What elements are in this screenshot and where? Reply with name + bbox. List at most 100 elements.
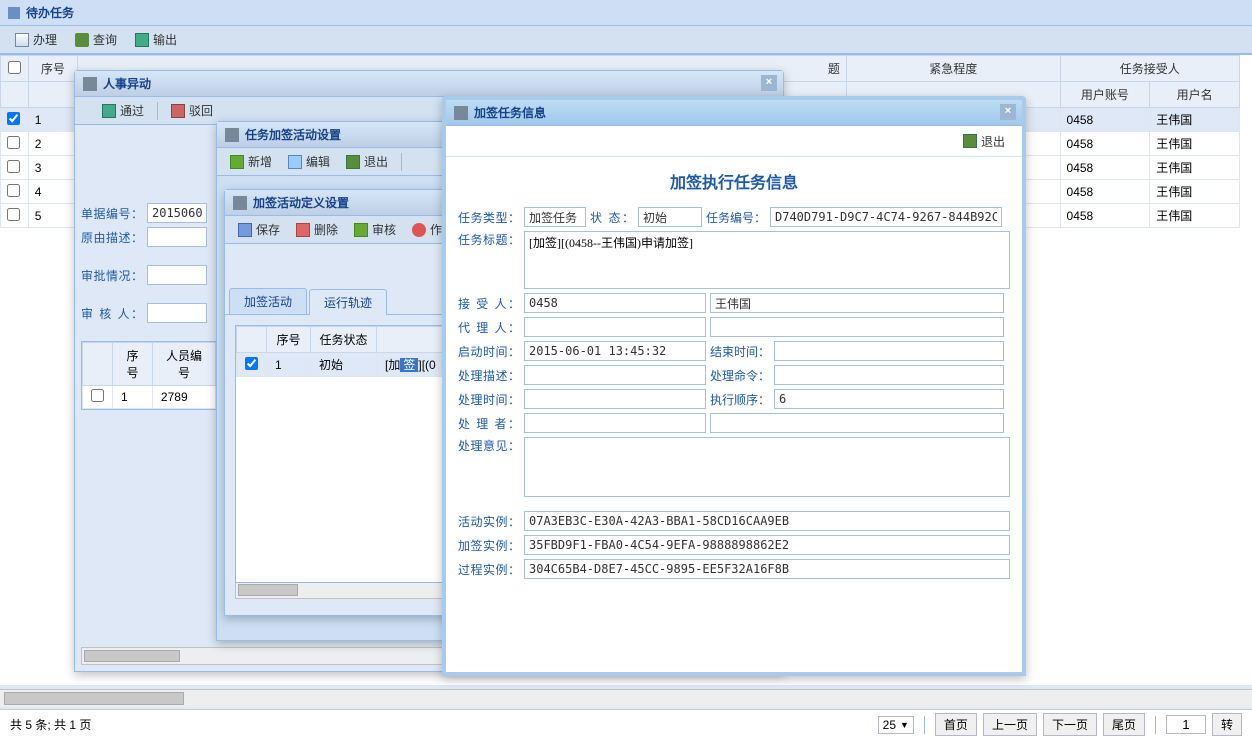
dlg1-titlebar[interactable]: 人事异动 × [75, 71, 783, 97]
proccmd-input[interactable] [774, 365, 1004, 385]
status-label: 状 态： [590, 209, 634, 226]
tasktitle-label: 任务标题： [458, 231, 520, 248]
agent-no-input[interactable] [524, 317, 706, 337]
select-all-checkbox[interactable] [8, 61, 21, 74]
dlg4-titlebar[interactable]: 加签任务信息 × [446, 100, 1022, 126]
edit-icon [288, 155, 302, 169]
col-username[interactable]: 用户名 [1150, 82, 1240, 108]
row-seq: 2 [28, 132, 77, 156]
actinst-label: 活动实例： [458, 513, 520, 530]
row-username: 王伟国 [1150, 204, 1240, 228]
col-urgency[interactable]: 紧急程度 [846, 56, 1060, 82]
add-icon [230, 155, 244, 169]
row-userno: 0458 [1060, 180, 1150, 204]
procinst-input[interactable] [524, 559, 1010, 579]
add-button[interactable]: 新增 [223, 151, 279, 173]
save-button[interactable]: 保存 [231, 219, 287, 241]
agent-name-input[interactable] [710, 317, 1004, 337]
page-size-select[interactable]: 25▼ [878, 716, 914, 734]
last-page-button[interactable]: 尾页 [1103, 713, 1145, 736]
proctime-input[interactable] [524, 389, 706, 409]
delete-button[interactable]: 删除 [289, 219, 345, 241]
first-page-button[interactable]: 首页 [935, 713, 977, 736]
status-input[interactable] [638, 207, 702, 227]
row-checkbox[interactable] [7, 184, 20, 197]
dlg1-row[interactable]: 12789 [83, 386, 216, 409]
query-button[interactable]: 查询 [68, 29, 124, 51]
col-receiver-group[interactable]: 任务接受人 [1060, 56, 1239, 82]
taskno-input[interactable] [770, 207, 1002, 227]
handler2-input[interactable] [710, 413, 1004, 433]
dlg1-close-button[interactable]: × [761, 75, 777, 91]
dialog-sign-task: 加签任务信息 × 退出 加签执行任务信息 任务类型： 状 态： 任务编号： 任务… [442, 96, 1026, 676]
row-checkbox[interactable] [7, 136, 20, 149]
row-checkbox[interactable] [7, 112, 20, 125]
docno-input[interactable] [147, 203, 207, 223]
execseq-label: 执行顺序： [710, 391, 770, 408]
docno-label: 单据编号： [81, 205, 143, 222]
dlg2-exit-button[interactable]: 退出 [339, 151, 395, 173]
go-button[interactable]: 转 [1212, 713, 1242, 736]
tasktitle-input[interactable] [524, 231, 1010, 289]
receiver-no-input[interactable] [524, 293, 706, 313]
actinst-input[interactable] [524, 511, 1010, 531]
scroll-thumb[interactable] [4, 692, 184, 705]
main-title: 待办任务 [26, 0, 74, 26]
reason-input[interactable] [147, 227, 207, 247]
auditor-input[interactable] [147, 303, 207, 323]
dlg4-exit-button[interactable]: 退出 [956, 130, 1012, 152]
main-hscrollbar[interactable] [0, 689, 1252, 707]
page-input[interactable] [1166, 715, 1206, 734]
starttime-label: 启动时间： [458, 343, 520, 360]
handle-button[interactable]: 办理 [8, 29, 64, 51]
row-userno: 0458 [1060, 132, 1150, 156]
audit-button[interactable]: 审核 [347, 219, 403, 241]
opinion-input[interactable] [524, 437, 1010, 497]
grid-icon [233, 196, 247, 210]
search-icon [75, 33, 89, 47]
dlg3-row-checkbox[interactable] [245, 357, 258, 370]
grid-icon [225, 128, 239, 142]
endtime-input[interactable] [774, 341, 1004, 361]
audit-input[interactable] [147, 265, 207, 285]
proctime-label: 处理时间： [458, 391, 520, 408]
row-checkbox[interactable] [7, 208, 20, 221]
dlg1-col-empno: 人员编号 [152, 343, 215, 386]
export-button[interactable]: 输出 [128, 29, 184, 51]
audit-icon [354, 223, 368, 237]
col-seq[interactable]: 序号 [28, 56, 77, 82]
handle-label: 办理 [33, 31, 57, 48]
next-page-button[interactable]: 下一页 [1043, 713, 1097, 736]
starttime-input[interactable] [524, 341, 706, 361]
reject-button[interactable]: 驳回 [164, 100, 220, 122]
reason-label: 原由描述： [81, 229, 143, 246]
doc-icon [15, 33, 29, 47]
procdesc-input[interactable] [524, 365, 706, 385]
dlg4-close-button[interactable]: × [1000, 104, 1016, 120]
export-icon [135, 33, 149, 47]
tab-trace[interactable]: 运行轨迹 [309, 289, 387, 315]
export-label: 输出 [153, 31, 177, 48]
execseq-input[interactable] [774, 389, 1004, 409]
tasktype-input[interactable] [524, 207, 586, 227]
pass-button[interactable]: 通过 [95, 100, 151, 122]
grid-icon [454, 106, 468, 120]
row-userno: 0458 [1060, 204, 1150, 228]
dlg1-row-checkbox[interactable] [91, 389, 104, 402]
dlg2-title: 任务加签活动设置 [245, 126, 341, 143]
row-checkbox[interactable] [7, 160, 20, 173]
signinst-input[interactable] [524, 535, 1010, 555]
void-icon [412, 223, 426, 237]
dlg3-col-seq: 序号 [267, 327, 311, 353]
prev-page-button[interactable]: 上一页 [983, 713, 1037, 736]
proccmd-label: 处理命令： [710, 367, 770, 384]
handler-label: 处 理 者： [458, 415, 520, 432]
edit-button[interactable]: 编辑 [281, 151, 337, 173]
receiver-name-input[interactable] [710, 293, 1004, 313]
auditor-label: 审 核 人： [81, 305, 143, 322]
row-username: 王伟国 [1150, 108, 1240, 132]
pass-icon [102, 104, 116, 118]
col-userno[interactable]: 用户账号 [1060, 82, 1150, 108]
handler1-input[interactable] [524, 413, 706, 433]
tab-activity[interactable]: 加签活动 [229, 288, 307, 314]
